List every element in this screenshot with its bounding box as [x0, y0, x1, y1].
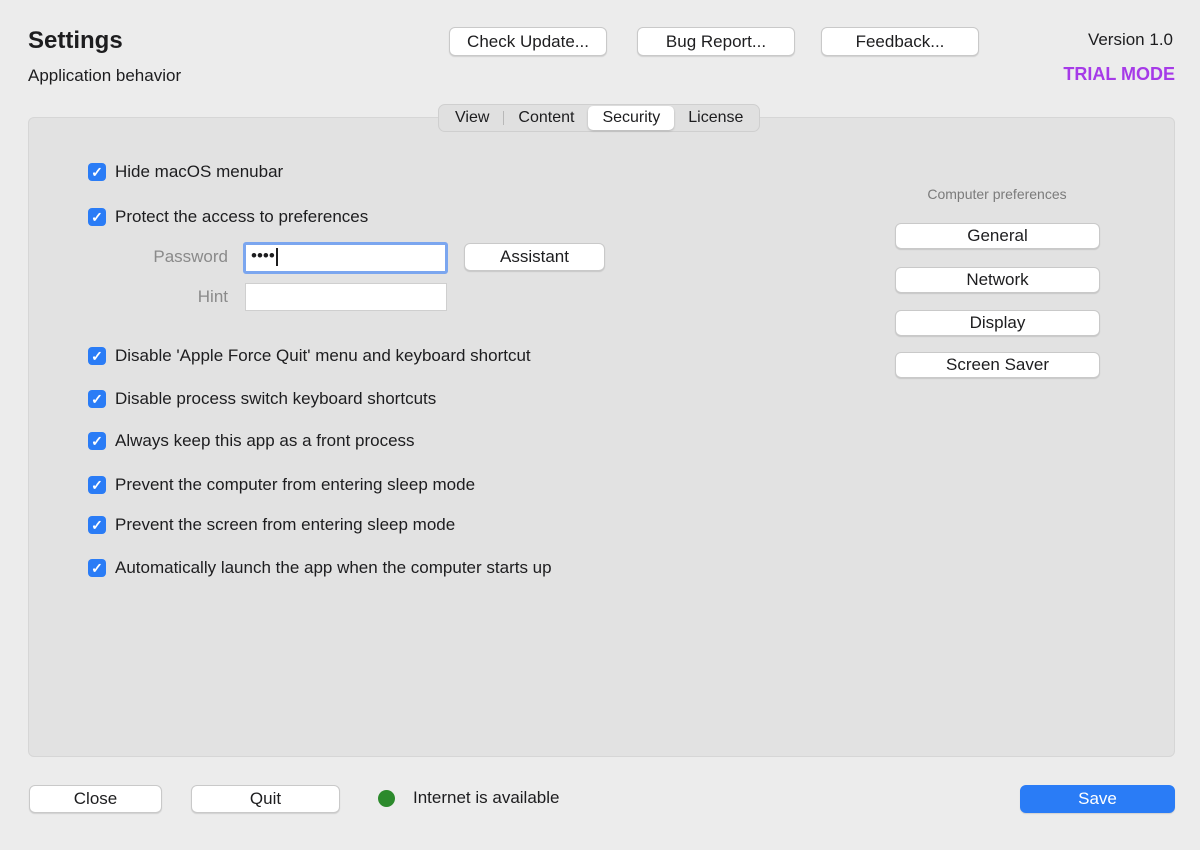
password-label: Password — [153, 247, 228, 266]
checkbox-label: Automatically launch the app when the co… — [115, 558, 552, 577]
prevent-computer-sleep-checkbox[interactable]: ✓ Prevent the computer from entering sle… — [88, 475, 475, 495]
page-subtitle: Application behavior — [28, 66, 182, 85]
close-button[interactable]: Close — [29, 785, 162, 813]
checkmark-icon: ✓ — [88, 163, 106, 181]
quit-button[interactable]: Quit — [191, 785, 340, 813]
checkbox-label: Disable process switch keyboard shortcut… — [115, 389, 437, 408]
save-button[interactable]: Save — [1020, 785, 1175, 813]
auto-launch-checkbox[interactable]: ✓ Automatically launch the app when the … — [88, 558, 552, 578]
status-indicator-icon — [378, 790, 395, 807]
check-update-button[interactable]: Check Update... — [449, 27, 607, 56]
checkmark-icon: ✓ — [88, 516, 106, 534]
checkmark-icon: ✓ — [88, 208, 106, 226]
checkbox-label: Hide macOS menubar — [115, 162, 284, 181]
checkmark-icon: ✓ — [88, 559, 106, 577]
screen-saver-prefs-button[interactable]: Screen Saver — [895, 352, 1100, 378]
network-prefs-button[interactable]: Network — [895, 267, 1100, 293]
prevent-screen-sleep-checkbox[interactable]: ✓ Prevent the screen from entering sleep… — [88, 515, 455, 535]
checkbox-label: Always keep this app as a front process — [115, 431, 415, 450]
tab-security[interactable]: Security — [588, 106, 675, 130]
hint-label: Hint — [197, 287, 228, 306]
trial-mode-badge: TRIAL MODE — [1063, 64, 1175, 84]
version-label: Version 1.0 — [1087, 30, 1173, 49]
general-prefs-button[interactable]: General — [895, 223, 1100, 249]
checkbox-label: Prevent the computer from entering sleep… — [115, 475, 476, 494]
hint-field[interactable] — [245, 283, 447, 311]
feedback-button[interactable]: Feedback... — [821, 27, 979, 56]
keep-front-process-checkbox[interactable]: ✓ Always keep this app as a front proces… — [88, 431, 415, 451]
checkmark-icon: ✓ — [88, 476, 106, 494]
display-prefs-button[interactable]: Display — [895, 310, 1100, 336]
checkmark-icon: ✓ — [88, 390, 106, 408]
disable-force-quit-checkbox[interactable]: ✓ Disable 'Apple Force Quit' menu and ke… — [88, 346, 531, 366]
disable-process-switch-checkbox[interactable]: ✓ Disable process switch keyboard shortc… — [88, 389, 436, 409]
checkbox-label: Prevent the screen from entering sleep m… — [115, 515, 456, 534]
bug-report-button[interactable]: Bug Report... — [637, 27, 795, 56]
computer-preferences-title: Computer preferences — [927, 186, 1067, 202]
tab-bar: View Content Security License — [438, 104, 761, 132]
protect-preferences-checkbox[interactable]: ✓ Protect the access to preferences — [88, 207, 368, 227]
tab-content[interactable]: Content — [504, 106, 588, 130]
settings-window: Settings Application behavior Check Upda… — [0, 0, 1200, 850]
checkmark-icon: ✓ — [88, 432, 106, 450]
password-value: •••• — [251, 246, 275, 265]
checkmark-icon: ✓ — [88, 347, 106, 365]
page-title: Settings — [28, 27, 123, 54]
internet-status-text: Internet is available — [413, 788, 560, 807]
tab-license[interactable]: License — [674, 106, 757, 130]
hide-menubar-checkbox[interactable]: ✓ Hide macOS menubar — [88, 162, 283, 182]
assistant-button[interactable]: Assistant — [464, 243, 605, 271]
tab-view[interactable]: View — [441, 106, 503, 130]
password-field[interactable]: •••• — [243, 242, 448, 274]
text-caret — [275, 247, 278, 266]
checkbox-label: Protect the access to preferences — [115, 207, 369, 226]
checkbox-label: Disable 'Apple Force Quit' menu and keyb… — [115, 346, 531, 365]
